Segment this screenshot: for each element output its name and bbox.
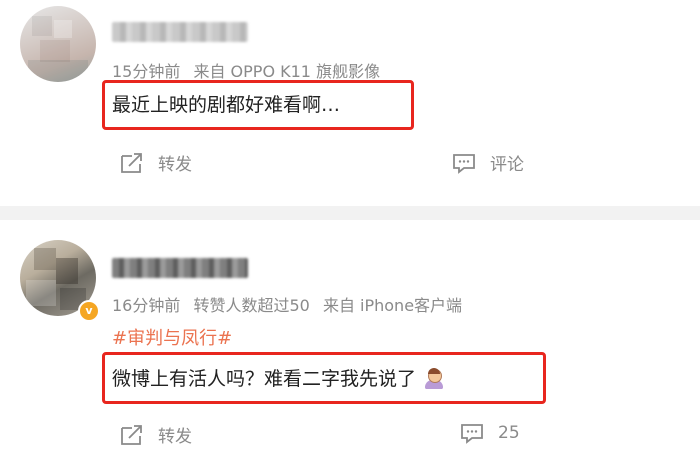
repost-icon [121,424,142,445]
repost-label: 转发 [158,427,192,447]
comment-count: 25 [498,423,520,443]
post-meta: 16分钟前 转赞人数超过50 来自 iPhone客户端 [112,292,470,316]
post-source: 来自 OPPO K11 旗舰影像 [193,62,381,81]
comment-button[interactable]: 25 [460,422,520,444]
post-time: 16分钟前 [112,296,181,315]
post-meta: 15分钟前 来自 OPPO K11 旗舰影像 [112,58,388,82]
post-content-text: 微博上有活人吗？难看二字我先说了 [112,368,417,390]
comment-button[interactable]: 评论 [452,150,524,175]
post-repost-count: 转赞人数超过50 [193,296,310,315]
username-blurred[interactable] [112,22,248,42]
repost-label: 转发 [158,155,192,175]
username-blurred[interactable] [112,258,248,278]
person-gesturing-no-icon [424,368,444,389]
repost-button[interactable]: 转发 [120,150,192,175]
avatar[interactable] [20,6,96,82]
divider [0,206,700,220]
post-1: 15分钟前 来自 OPPO K11 旗舰影像 最近上映的剧都好难看啊… 转发 评… [0,0,700,206]
verified-badge-icon: v [78,300,100,322]
comment-icon [461,424,483,444]
post-source: 来自 iPhone客户端 [322,296,463,315]
repost-button[interactable]: 转发 [120,422,192,447]
post-content: 最近上映的剧都好难看啊… [112,94,341,116]
topic-hashtag-link[interactable]: #审判与凤行# [112,324,232,350]
comment-label: 评论 [490,155,524,175]
comment-icon [453,153,475,174]
repost-icon [121,152,142,173]
post-content: 微博上有活人吗？难看二字我先说了 [112,364,444,391]
post-2: v 16分钟前 转赞人数超过50 来自 iPhone客户端 #审判与凤行# 微博… [0,220,700,462]
post-time: 15分钟前 [112,62,181,81]
